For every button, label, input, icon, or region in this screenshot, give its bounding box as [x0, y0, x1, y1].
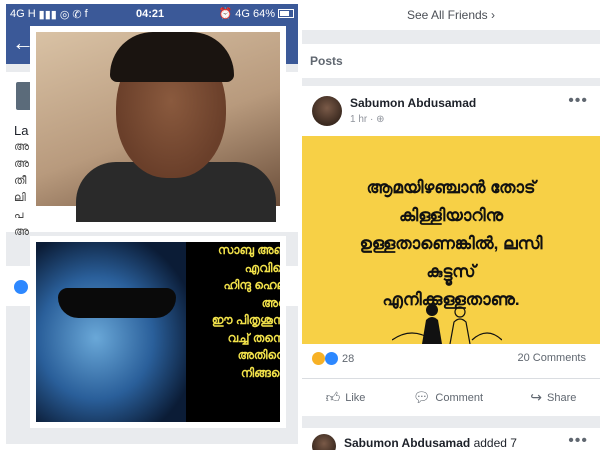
- comments-count[interactable]: 20 Comments: [518, 352, 586, 364]
- signal-bars-icon: ▮▮▮: [38, 8, 57, 21]
- left-text-line: അ: [14, 226, 29, 238]
- globe-icon: · ⊕: [370, 114, 385, 125]
- next-post-action: added 7: [473, 436, 517, 450]
- battery-percent: 64%: [252, 7, 275, 20]
- whatsapp-icon: ◎: [59, 8, 70, 21]
- facebook-icon: f: [84, 8, 88, 20]
- next-post-header: Sabumon Abdusamad added 7: [344, 436, 517, 450]
- left-post-text: La അ അ തീ ലി പ അ: [14, 122, 29, 241]
- comment-button[interactable]: 💬︎ Comment: [413, 389, 483, 406]
- thumbs-up-icon: 👍︎: [325, 389, 341, 405]
- image-text-line: കിള്ളിയാറിനു: [398, 206, 504, 225]
- comment-label: Comment: [435, 391, 484, 404]
- network-label: 4G: [10, 8, 25, 20]
- photo-caption: സാബു അബ്ദു എവിടെ ഹിന്ദു ഹെല് അറി ഈ പിതൃശ…: [164, 242, 286, 382]
- more-options-icon[interactable]: •••: [568, 92, 588, 110]
- network-label-right: 4G: [235, 7, 250, 20]
- left-text-line: ലി: [14, 192, 26, 204]
- image-text-line: ഉള്ളതാണെങ്കിൽ, ലസി: [359, 234, 543, 253]
- share-arrow-icon: ↪: [530, 389, 543, 405]
- clock: 04:21: [136, 8, 165, 20]
- caption-line: ഹിന്ദു ഹെല്: [223, 278, 286, 292]
- like-label: Like: [345, 391, 366, 404]
- left-text-line: അ: [14, 141, 29, 153]
- posts-heading: Posts: [302, 44, 600, 78]
- image-text-line: കുട്ടൂസ്: [426, 262, 476, 281]
- share-label: Share: [547, 391, 577, 404]
- caption-line: അതിന്റെ: [237, 348, 286, 362]
- couple-illustration: [392, 304, 502, 344]
- caption-line: സാബു അബ്ദു: [218, 243, 286, 257]
- like-reaction-icon: [325, 352, 338, 365]
- alarm-icon: ⏰: [218, 8, 233, 20]
- avatar[interactable]: [312, 434, 336, 450]
- post-card: Sabumon Abdusamad 1 hr · ⊕ ••• ആമയിഴഞ്ചാ…: [302, 86, 600, 416]
- left-text-line: പ: [14, 209, 24, 221]
- left-text-line: തീ: [14, 175, 27, 187]
- post-image-text: ആമയിഴഞ്ചാൻ തോട് കിള്ളിയാറിനു ഉള്ളതാണെങ്ക…: [302, 174, 600, 314]
- caption-line: അറി: [261, 295, 286, 310]
- next-post-author[interactable]: Sabumon Abdusamad: [344, 436, 470, 450]
- caption-line: നിങ്ങളെ: [240, 365, 286, 380]
- post-author[interactable]: Sabumon Abdusamad: [350, 96, 476, 110]
- reactions-summary[interactable]: 28: [312, 352, 354, 365]
- haha-reaction-icon: [312, 352, 325, 365]
- comment-bubble-icon: 💬︎: [412, 389, 431, 405]
- left-text-prefix: La: [14, 123, 29, 138]
- like-button[interactable]: 👍︎ Like: [326, 389, 366, 406]
- signal-label: H: [27, 8, 36, 20]
- screenshot-canvas: 4G H ▮▮▮ ◎ ✆ f 04:21 ⏰ 4G 64% ← La അ അ ത…: [0, 0, 600, 450]
- status-bar: 4G H ▮▮▮ ◎ ✆ f 04:21 ⏰ 4G 64%: [6, 4, 298, 24]
- woman-photo: [30, 26, 286, 222]
- avatar[interactable]: [312, 96, 342, 126]
- post-time[interactable]: 1 hr: [350, 114, 367, 125]
- post-image[interactable]: ആമയിഴഞ്ചാൻ തോട് കിള്ളിയാറിനു ഉള്ളതാണെങ്ക…: [302, 136, 600, 344]
- missed-call-icon: ✆: [72, 8, 82, 21]
- reaction-count: 28: [342, 352, 355, 365]
- see-all-friends-label: See All Friends: [406, 8, 488, 22]
- photo-hair: [110, 32, 234, 82]
- right-phone-screen: See All Friends › Posts Sabumon Abdusama…: [302, 0, 600, 450]
- caption-line: എവിടെ: [244, 260, 286, 275]
- caption-line: വച്ച് തന്നെ: [227, 330, 286, 345]
- sunglasses: [58, 288, 176, 318]
- chevron-right-icon: ›: [491, 8, 496, 22]
- post-actions: 👍︎ Like 💬︎ Comment ↪ Share: [302, 378, 600, 416]
- post-meta: 1 hr · ⊕: [350, 114, 385, 125]
- next-post-card: Sabumon Abdusamad added 7 •••: [302, 428, 600, 450]
- left-text-line: അ: [14, 158, 29, 170]
- more-options-icon[interactable]: •••: [568, 432, 588, 450]
- image-text-line: ആമയിഴഞ്ചാൻ തോട്: [366, 178, 536, 197]
- share-button[interactable]: ↪ Share: [530, 389, 576, 406]
- caption-line: ഈ പിതൃശൂന്യ: [211, 313, 286, 327]
- see-all-friends-link[interactable]: See All Friends ›: [302, 0, 600, 30]
- man-sunglasses-photo: സാബു അബ്ദു എവിടെ ഹിന്ദു ഹെല് അറി ഈ പിതൃശ…: [30, 236, 286, 428]
- like-reaction-icon: [14, 280, 28, 294]
- battery-icon: [278, 9, 294, 18]
